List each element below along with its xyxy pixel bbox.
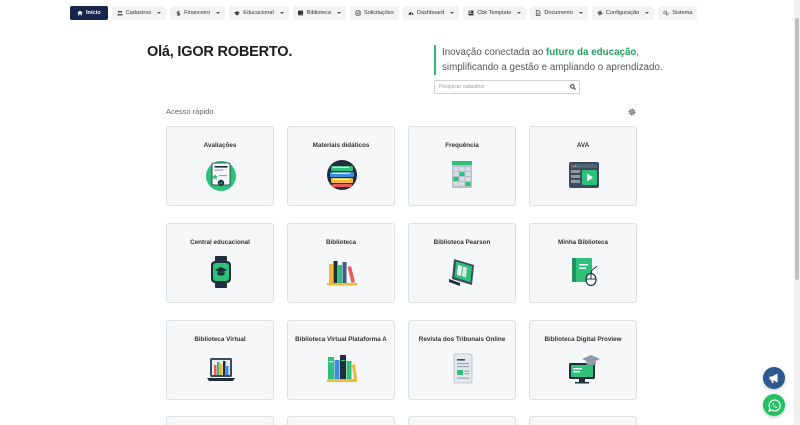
card-central-educacional[interactable]: Central educacional bbox=[166, 223, 274, 303]
bookshelf-icon bbox=[327, 261, 357, 286]
nav-sistema[interactable]: Sistema bbox=[658, 6, 698, 20]
search-box bbox=[434, 80, 580, 94]
quick-access-settings-icon[interactable] bbox=[628, 108, 636, 116]
smartwatch-graduation-icon bbox=[211, 256, 231, 288]
laptop-books-icon bbox=[207, 358, 235, 381]
nav-solicitacoes[interactable]: Solicitações bbox=[349, 6, 399, 20]
whatsapp-icon bbox=[767, 398, 781, 412]
card-biblioteca-pearson[interactable]: Biblioteca Pearson bbox=[408, 223, 516, 303]
scrollbar[interactable] bbox=[794, 0, 800, 425]
book-icon bbox=[297, 10, 303, 16]
card-ava[interactable]: AVA bbox=[529, 126, 637, 206]
books-row-icon bbox=[327, 355, 357, 382]
chevron-down-icon bbox=[578, 12, 583, 14]
dollar-icon: $ bbox=[176, 10, 180, 16]
nav-configuracao[interactable]: Configuração bbox=[591, 6, 655, 20]
top-nav: Início Cadastros $ Financeiro Educaciona… bbox=[70, 4, 698, 22]
chevron-down-icon bbox=[645, 12, 650, 14]
chevron-down-icon bbox=[517, 12, 522, 14]
nav-documento[interactable]: Documento bbox=[530, 6, 588, 20]
nav-cbk-template[interactable]: Cbk Template bbox=[463, 6, 527, 20]
book-mouse-icon bbox=[572, 258, 598, 287]
nav-biblioteca[interactable]: Biblioteca bbox=[292, 6, 346, 20]
chevron-down-icon bbox=[279, 12, 284, 14]
nav-educacional[interactable]: Educacional bbox=[229, 6, 289, 20]
books-stack-icon bbox=[327, 160, 357, 190]
announcements-button[interactable] bbox=[763, 367, 785, 389]
card-partial[interactable] bbox=[166, 416, 274, 425]
document-icon bbox=[536, 10, 541, 16]
card-partial[interactable] bbox=[408, 416, 516, 425]
card-avaliacoes[interactable]: Avaliações bbox=[166, 126, 274, 206]
tablet-book-icon bbox=[449, 259, 474, 286]
card-materiais-didaticos[interactable]: Materiais didáticos bbox=[287, 126, 395, 206]
tagline-highlight: futuro da educação bbox=[546, 47, 637, 58]
nav-financeiro[interactable]: $ Financeiro bbox=[170, 6, 226, 20]
video-player-icon bbox=[569, 162, 599, 188]
monitor-graduation-icon bbox=[569, 355, 600, 384]
card-revista-dos-tribunais-online[interactable]: Revista dos Tribunais Online bbox=[408, 320, 516, 400]
page-title: Olá, IGOR ROBERTO. bbox=[147, 44, 293, 60]
nav-dashboard[interactable]: Dashboard bbox=[402, 6, 460, 20]
whatsapp-button[interactable] bbox=[763, 394, 785, 416]
dashboard-icon bbox=[408, 12, 414, 15]
megaphone-icon bbox=[769, 373, 778, 383]
card-partial[interactable] bbox=[287, 416, 395, 425]
attendance-table-icon bbox=[452, 161, 472, 188]
evaluation-icon bbox=[206, 161, 236, 191]
gear-icon bbox=[597, 10, 603, 16]
svg-text:$: $ bbox=[176, 10, 180, 16]
card-biblioteca[interactable]: Biblioteca bbox=[287, 223, 395, 303]
home-icon bbox=[77, 10, 83, 16]
search-icon bbox=[570, 84, 576, 90]
card-biblioteca-virtual[interactable]: Biblioteca Virtual bbox=[166, 320, 274, 400]
card-minha-biblioteca[interactable]: Minha Biblioteca bbox=[529, 223, 637, 303]
scrollbar-thumb[interactable] bbox=[795, 18, 799, 280]
chevron-down-icon bbox=[157, 12, 162, 14]
tagline: Inovação conectada ao futuro da educação… bbox=[434, 45, 664, 75]
chevron-down-icon bbox=[450, 12, 455, 14]
document-list-icon bbox=[453, 353, 473, 384]
chevron-down-icon bbox=[216, 12, 221, 14]
card-frequencia[interactable]: Frequência bbox=[408, 126, 516, 206]
request-icon bbox=[355, 10, 361, 16]
users-icon bbox=[116, 10, 123, 16]
quick-access-grid: Avaliações Materiais didáticos Frequênci… bbox=[166, 126, 637, 400]
search-input[interactable] bbox=[435, 84, 567, 90]
page: Início Cadastros $ Financeiro Educaciona… bbox=[0, 0, 800, 425]
search-button[interactable] bbox=[567, 81, 579, 93]
quick-access-title: Acesso rápido bbox=[166, 107, 214, 116]
card-biblioteca-digital-proview[interactable]: Biblioteca Digital Proview bbox=[529, 320, 637, 400]
chevron-down-icon bbox=[336, 12, 341, 14]
graduation-cap-icon bbox=[234, 11, 241, 16]
cogs-icon bbox=[663, 10, 669, 16]
template-icon bbox=[468, 10, 474, 16]
card-partial[interactable] bbox=[529, 416, 637, 425]
nav-cadastros[interactable]: Cadastros bbox=[111, 6, 167, 20]
quick-access-next-row bbox=[166, 416, 637, 425]
card-biblioteca-virtual-plataforma-a[interactable]: Biblioteca Virtual Plataforma A bbox=[287, 320, 395, 400]
nav-inicio[interactable]: Início bbox=[70, 6, 108, 20]
